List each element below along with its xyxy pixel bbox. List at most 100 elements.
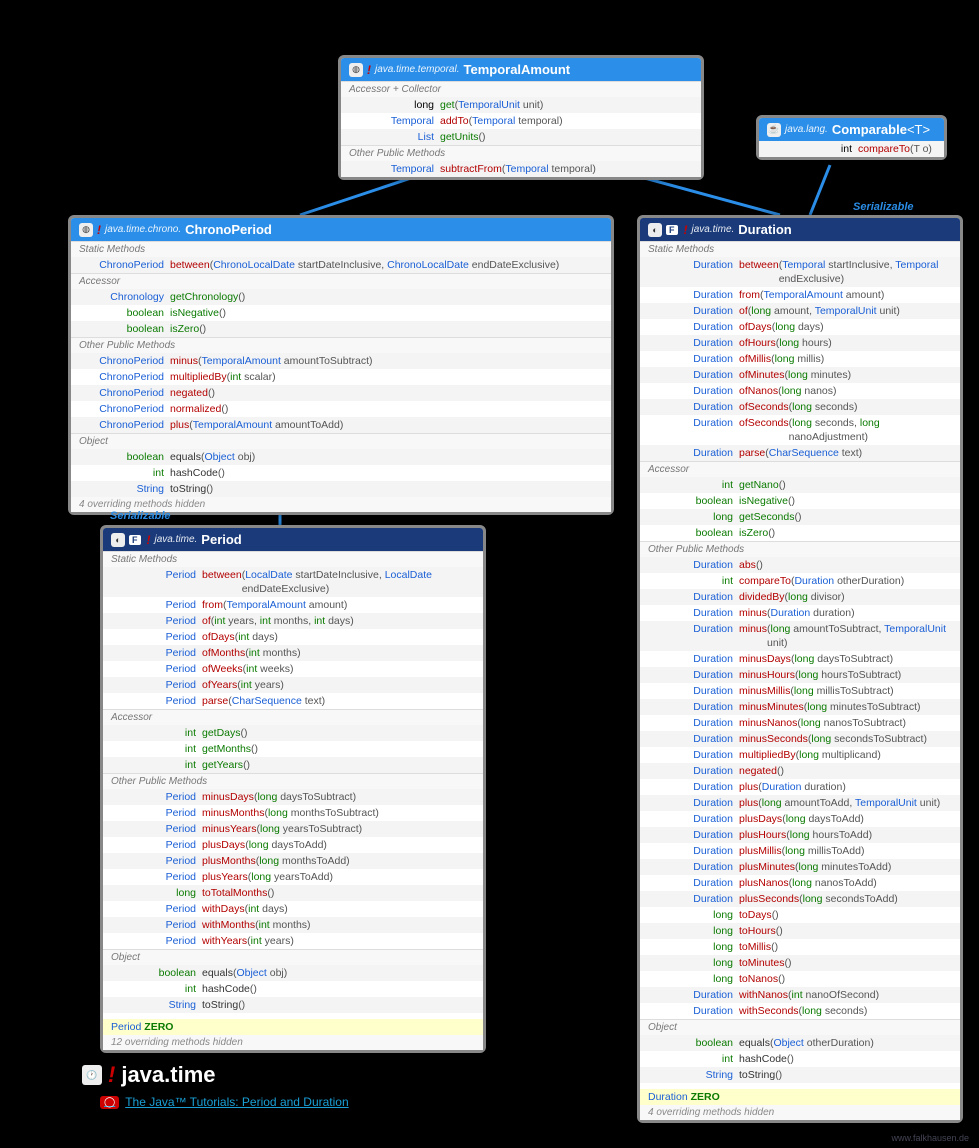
method-row[interactable]: longtoDays () (640, 907, 960, 923)
method-row[interactable]: booleanequals (Object obj) (103, 965, 483, 981)
method-row[interactable]: intgetMonths () (103, 741, 483, 757)
tutorial-link[interactable]: ◯ The Java™ Tutorials: Period and Durati… (100, 1095, 349, 1109)
method-row[interactable]: Durationnegated () (640, 763, 960, 779)
method-row[interactable]: intgetYears () (103, 757, 483, 773)
method-row[interactable]: Durationbetween (Temporal startInclusive… (640, 257, 960, 287)
method-row[interactable]: Durationabs () (640, 557, 960, 573)
method-row[interactable]: PeriodplusYears (long yearsToAdd) (103, 869, 483, 885)
method-row[interactable]: Durationof (long amount, TemporalUnit un… (640, 303, 960, 319)
method-row[interactable]: PeriodwithDays (int days) (103, 901, 483, 917)
method-row[interactable]: longtoTotalMonths () (103, 885, 483, 901)
method-row[interactable]: Durationfrom (TemporalAmount amount) (640, 287, 960, 303)
method-row[interactable]: DurationplusMinutes (long minutesToAdd) (640, 859, 960, 875)
serializable-label[interactable]: Serializable (110, 510, 171, 522)
method-row[interactable]: PeriodofWeeks (int weeks) (103, 661, 483, 677)
method-row[interactable]: Durationplus (long amountToAdd, Temporal… (640, 795, 960, 811)
method-row[interactable]: Periodbetween (LocalDate startDateInclus… (103, 567, 483, 597)
method-row[interactable]: inthashCode () (640, 1051, 960, 1067)
method-row[interactable]: Durationplus (Duration duration) (640, 779, 960, 795)
title-text: java.time (121, 1062, 215, 1088)
method-row[interactable]: Durationminus (long amountToSubtract, Te… (640, 621, 960, 651)
method-row[interactable]: ChronoPeriodmultipliedBy (int scalar) (71, 369, 611, 385)
method-row[interactable]: DurationplusDays (long daysToAdd) (640, 811, 960, 827)
method-row[interactable]: longtoMinutes () (640, 955, 960, 971)
method-row[interactable]: DurationofDays (long days) (640, 319, 960, 335)
class-name[interactable]: Period (201, 532, 241, 547)
method-row[interactable]: booleanisZero () (71, 321, 611, 337)
method-row[interactable]: TemporalsubtractFrom (Temporal temporal) (341, 161, 701, 177)
method-row[interactable]: longgetSeconds () (640, 509, 960, 525)
method-row[interactable]: DurationofMillis (long millis) (640, 351, 960, 367)
method-row[interactable]: ChronoPeriodminus (TemporalAmount amount… (71, 353, 611, 369)
method-row[interactable]: DurationminusSeconds (long secondsToSubt… (640, 731, 960, 747)
method-row[interactable]: StringtoString () (103, 997, 483, 1013)
method-row[interactable]: longtoNanos () (640, 971, 960, 987)
method-row[interactable]: PeriodwithYears (int years) (103, 933, 483, 949)
class-name[interactable]: ChronoPeriod (185, 222, 272, 237)
method-row[interactable]: ChronoPeriodnormalized () (71, 401, 611, 417)
serializable-label[interactable]: Serializable (853, 201, 914, 213)
method-row[interactable]: DurationminusMinutes (long minutesToSubt… (640, 699, 960, 715)
class-name[interactable]: TemporalAmount (463, 62, 570, 77)
method-row[interactable]: ChronoPeriodnegated () (71, 385, 611, 401)
method-row[interactable]: inthashCode () (71, 465, 611, 481)
method-row[interactable]: intgetDays () (103, 725, 483, 741)
static-field[interactable]: Duration ZERO (640, 1089, 960, 1105)
method-row[interactable]: TemporaladdTo (Temporal temporal) (341, 113, 701, 129)
static-field[interactable]: Period ZERO (103, 1019, 483, 1035)
class-name[interactable]: Duration (738, 222, 791, 237)
package-name: java.time.chrono. (105, 224, 181, 235)
method-row[interactable]: ChronoPeriodbetween (ChronoLocalDate sta… (71, 257, 611, 273)
method-row[interactable]: PeriodofMonths (int months) (103, 645, 483, 661)
method-row[interactable]: PeriodwithMonths (int months) (103, 917, 483, 933)
source-link[interactable]: www.falkhausen.de (891, 1133, 969, 1143)
method-row[interactable]: DurationplusNanos (long nanosToAdd) (640, 875, 960, 891)
method-row[interactable]: PeriodofDays (int days) (103, 629, 483, 645)
method-row[interactable]: DurationofMinutes (long minutes) (640, 367, 960, 383)
method-row[interactable]: DurationofSeconds (long seconds) (640, 399, 960, 415)
method-row[interactable]: intgetNano () (640, 477, 960, 493)
method-row[interactable]: DurationminusDays (long daysToSubtract) (640, 651, 960, 667)
method-row[interactable]: DurationofNanos (long nanos) (640, 383, 960, 399)
method-row[interactable]: PeriodplusDays (long daysToAdd) (103, 837, 483, 853)
method-row[interactable]: PeriodminusMonths (long monthsToSubtract… (103, 805, 483, 821)
method-row[interactable]: StringtoString () (640, 1067, 960, 1083)
method-row[interactable]: Periodfrom (TemporalAmount amount) (103, 597, 483, 613)
method-row[interactable]: StringtoString () (71, 481, 611, 497)
method-row[interactable]: ListgetUnits () (341, 129, 701, 145)
method-row[interactable]: Durationminus (Duration duration) (640, 605, 960, 621)
method-row[interactable]: DurationmultipliedBy (long multiplicand) (640, 747, 960, 763)
method-row[interactable]: DurationplusMillis (long millisToAdd) (640, 843, 960, 859)
method-row[interactable]: longget (TemporalUnit unit) (341, 97, 701, 113)
method-row[interactable]: DurationwithNanos (int nanoOfSecond) (640, 987, 960, 1003)
method-row[interactable]: booleanequals (Object otherDuration) (640, 1035, 960, 1051)
method-row[interactable]: longtoHours () (640, 923, 960, 939)
class-name[interactable]: Comparable<T> (832, 122, 930, 137)
method-row[interactable]: Periodparse (CharSequence text) (103, 693, 483, 709)
method-row[interactable]: booleanisZero () (640, 525, 960, 541)
method-row[interactable]: ChronoPeriodplus (TemporalAmount amountT… (71, 417, 611, 433)
method-row[interactable]: longtoMillis () (640, 939, 960, 955)
method-row[interactable]: DurationminusMillis (long millisToSubtra… (640, 683, 960, 699)
method-row[interactable]: inthashCode () (103, 981, 483, 997)
method-row[interactable]: intcompareTo (T o) (759, 141, 944, 157)
method-row[interactable]: PeriodminusYears (long yearsToSubtract) (103, 821, 483, 837)
method-row[interactable]: DurationofSeconds (long seconds, long na… (640, 415, 960, 445)
method-row[interactable]: DurationminusHours (long hoursToSubtract… (640, 667, 960, 683)
method-row[interactable]: booleanisNegative () (71, 305, 611, 321)
method-row[interactable]: DurationdividedBy (long divisor) (640, 589, 960, 605)
method-row[interactable]: DurationplusSeconds (long secondsToAdd) (640, 891, 960, 907)
method-row[interactable]: DurationofHours (long hours) (640, 335, 960, 351)
method-row[interactable]: PeriodplusMonths (long monthsToAdd) (103, 853, 483, 869)
method-row[interactable]: PeriodofYears (int years) (103, 677, 483, 693)
method-row[interactable]: Periodof (int years, int months, int day… (103, 613, 483, 629)
method-row[interactable]: booleanequals (Object obj) (71, 449, 611, 465)
method-row[interactable]: DurationplusHours (long hoursToAdd) (640, 827, 960, 843)
method-row[interactable]: PeriodminusDays (long daysToSubtract) (103, 789, 483, 805)
method-row[interactable]: booleanisNegative () (640, 493, 960, 509)
method-row[interactable]: DurationwithSeconds (long seconds) (640, 1003, 960, 1019)
method-row[interactable]: intcompareTo (Duration otherDuration) (640, 573, 960, 589)
method-row[interactable]: Durationparse (CharSequence text) (640, 445, 960, 461)
method-row[interactable]: ChronologygetChronology () (71, 289, 611, 305)
method-row[interactable]: DurationminusNanos (long nanosToSubtract… (640, 715, 960, 731)
